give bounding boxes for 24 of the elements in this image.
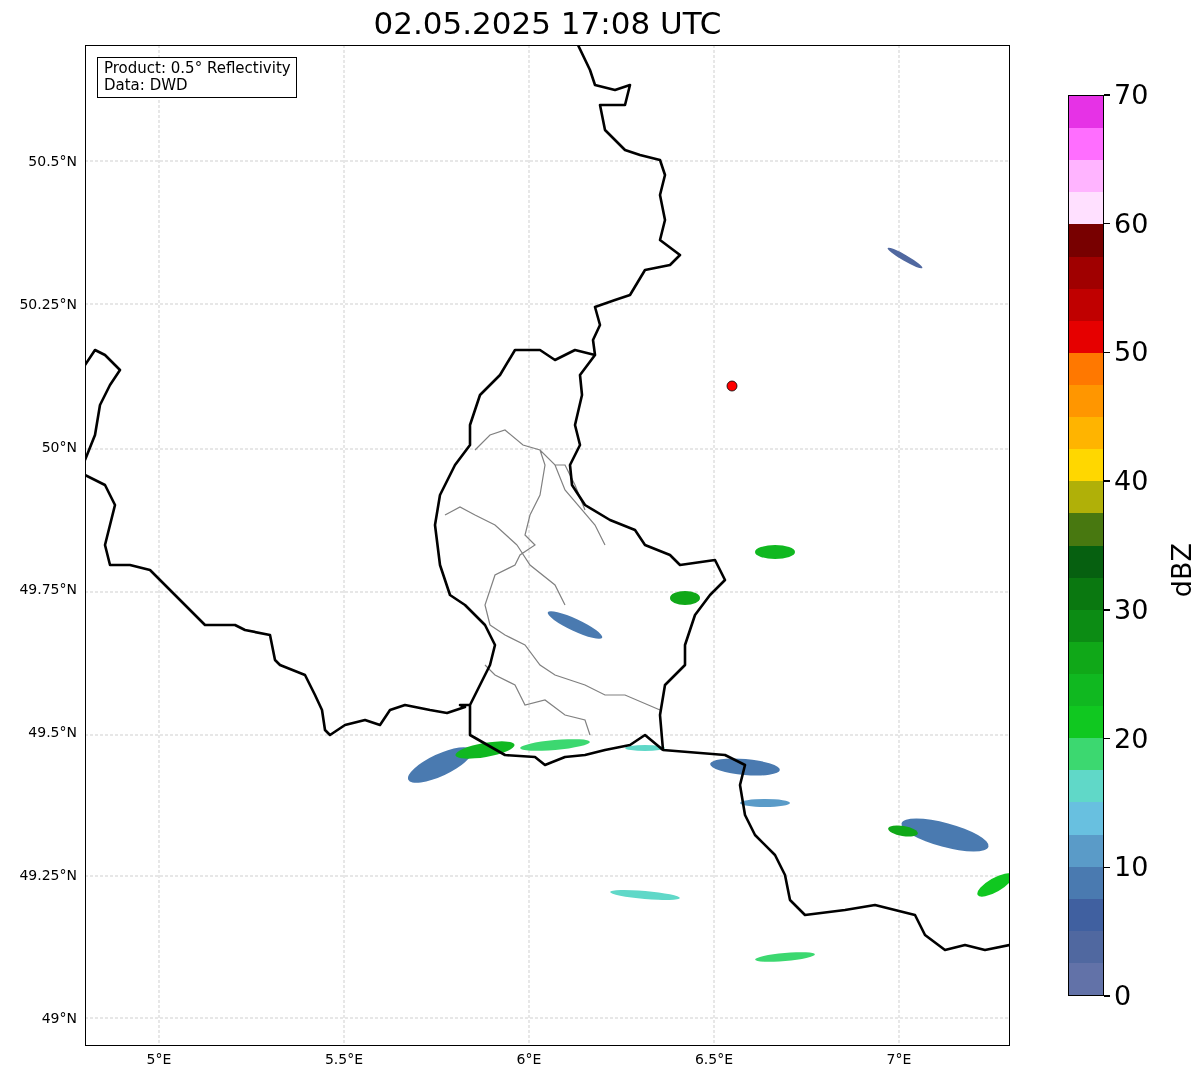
axis-tick-label: 7°E	[886, 1051, 912, 1067]
colorbar-tick-label: 40	[1114, 466, 1149, 497]
axis-tick-label: 5°E	[146, 1051, 172, 1067]
axis-tick-label: 49.25°N	[19, 867, 77, 883]
axis-tick-label: 6.5°E	[694, 1051, 734, 1067]
colorbar-tick-label: 30	[1114, 594, 1149, 625]
axis-tick-label: 49.75°N	[19, 581, 77, 598]
legend-text: Data: DWD	[104, 77, 189, 94]
axis-tick-label: 50.5°N	[28, 153, 77, 169]
colorbar-label: dBZ	[1166, 543, 1193, 598]
colorbar-tick-label: 70	[1114, 80, 1149, 110]
legend-text: Product: 0.5° Reflectivity	[104, 60, 291, 77]
axis-tick-label: 49°N	[41, 1009, 77, 1026]
axis-tick-label: 5.5°E	[324, 1051, 364, 1067]
axis-tick-label: 6°E	[516, 1051, 542, 1067]
colorbar-tick-label: 50	[1114, 337, 1149, 368]
colorbar-tick-label: 20	[1114, 723, 1149, 754]
axis-tick-label: 49.5°N	[28, 724, 77, 741]
axis-tick-label: 50°N	[41, 438, 77, 455]
axis-tick-label: 50.25°N	[19, 295, 77, 312]
colorbar-tick-label: 0	[1114, 981, 1132, 1011]
colorbar-tick-label: 60	[1114, 208, 1149, 239]
colorbar-tick-label: 10	[1114, 852, 1149, 883]
chart-title: 02.05.2025 17:08 UTC	[373, 4, 722, 43]
